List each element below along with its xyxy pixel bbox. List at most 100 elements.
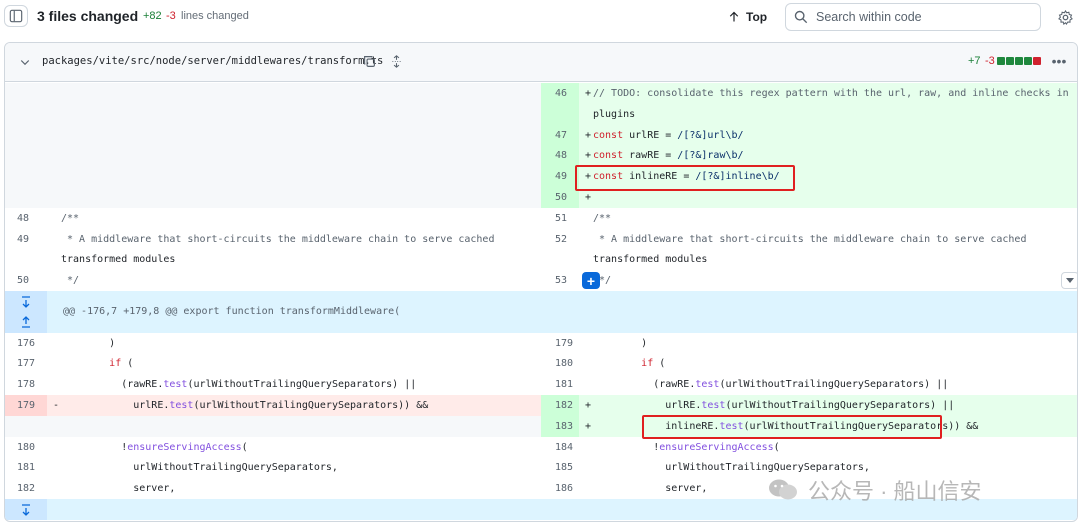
left-empty-gutter xyxy=(5,415,47,437)
left-empty-code xyxy=(61,415,541,437)
right-line-number[interactable] xyxy=(541,249,579,270)
right-line-number[interactable]: 53 xyxy=(541,270,579,291)
search-input[interactable] xyxy=(816,10,1026,24)
right-line-number[interactable]: 48 xyxy=(541,145,579,167)
left-line-number[interactable]: 49 xyxy=(5,229,47,250)
right-line-number[interactable]: 182 xyxy=(541,394,579,416)
right-code-line: ) xyxy=(593,337,648,349)
left-empty-code xyxy=(61,103,541,125)
wechat-icon xyxy=(769,479,797,500)
right-line-number[interactable]: 181 xyxy=(541,374,579,395)
diffstat-square-del xyxy=(1033,57,1041,65)
right-line-number[interactable]: 51 xyxy=(541,208,579,229)
right-line-number[interactable]: 52 xyxy=(541,229,579,250)
left-code-line: if ( xyxy=(109,358,134,370)
expand-all-button[interactable] xyxy=(387,52,405,70)
total-additions: +82 xyxy=(143,10,162,22)
left-line-number[interactable]: 48 xyxy=(5,208,47,229)
search-within-code[interactable] xyxy=(785,3,1041,31)
right-marker xyxy=(579,478,593,499)
diff-row: transformed modules transformed modules xyxy=(5,249,1077,270)
left-line-number[interactable]: 177 xyxy=(5,353,47,374)
right-code-line: if ( xyxy=(641,358,666,370)
right-marker xyxy=(579,208,593,229)
left-marker xyxy=(47,229,61,250)
left-empty-gutter xyxy=(5,186,47,208)
left-line-number[interactable]: 181 xyxy=(5,457,47,478)
diff-row: 48 + const rawRE = /[?&]raw\b/ xyxy=(5,145,1077,167)
right-line-number[interactable]: 185 xyxy=(541,457,579,478)
addition-marker: + xyxy=(579,124,593,146)
right-line-number[interactable]: 50 xyxy=(541,186,579,208)
collapse-file-button[interactable] xyxy=(17,54,33,70)
left-empty-gutter xyxy=(5,83,47,104)
back-to-top-button[interactable]: Top xyxy=(728,6,767,28)
left-code-line: ) xyxy=(61,337,116,349)
file-header: packages/vite/src/node/server/middleware… xyxy=(5,43,1077,82)
copy-path-button[interactable] xyxy=(360,52,378,70)
left-empty-gutter xyxy=(5,145,47,167)
right-marker xyxy=(579,374,593,395)
file-options-button[interactable]: ••• xyxy=(1048,52,1070,70)
line-options-button[interactable] xyxy=(1061,272,1077,290)
diff-row: 47 + const urlRE = /[?&]url\b/ xyxy=(5,124,1077,146)
right-code-line xyxy=(593,186,1077,208)
right-line-number[interactable]: 183 xyxy=(541,415,579,437)
file-tree-toggle-button[interactable] xyxy=(4,5,28,27)
file-path[interactable]: packages/vite/src/node/server/middleware… xyxy=(42,55,383,67)
left-line-number[interactable] xyxy=(5,249,47,270)
right-code-line: const urlRE = /[?&]url\b/ xyxy=(593,124,1077,146)
left-code-line: * A middleware that short-circuits the m… xyxy=(61,233,495,245)
right-line-number[interactable]: 186 xyxy=(541,478,579,499)
addition-marker: + xyxy=(579,145,593,167)
diff-settings-button[interactable] xyxy=(1054,6,1076,28)
left-line-number[interactable]: 50 xyxy=(5,270,47,291)
left-marker xyxy=(47,437,61,458)
right-code-line: */ xyxy=(593,275,612,287)
expand-down-button[interactable] xyxy=(13,293,39,311)
left-line-number[interactable]: 178 xyxy=(5,374,47,395)
right-line-number[interactable]: 179 xyxy=(541,333,579,354)
right-marker xyxy=(579,249,593,270)
addition-marker: + xyxy=(579,83,593,104)
right-code-line: /** xyxy=(593,212,612,224)
expand-up-button[interactable] xyxy=(13,313,39,331)
left-line-number[interactable]: 180 xyxy=(5,437,47,458)
hunk-header: @@ -176,7 +179,8 @@ export function tran… xyxy=(47,290,1077,333)
left-code-line: transformed modules xyxy=(61,254,176,266)
left-line-number[interactable]: 176 xyxy=(5,333,47,354)
diff-row: 49 + const inlineRE = /[?&]inline\b/ xyxy=(5,166,1077,187)
right-line-number[interactable]: 46 xyxy=(541,83,579,104)
left-empty-marker xyxy=(47,103,61,125)
right-code-line: !ensureServingAccess( xyxy=(593,441,780,453)
right-code-line: (rawRE.test(urlWithoutTrailingQuerySepar… xyxy=(593,379,949,391)
left-marker xyxy=(47,353,61,374)
diffstat-bar xyxy=(997,57,1041,65)
left-marker xyxy=(47,270,61,291)
right-line-number[interactable]: 180 xyxy=(541,353,579,374)
left-line-number[interactable]: 182 xyxy=(5,478,47,499)
diff-row: plugins xyxy=(5,103,1077,125)
left-marker xyxy=(47,457,61,478)
left-line-number[interactable]: 179 xyxy=(5,394,47,416)
left-empty-marker xyxy=(47,166,61,187)
watermark-text: 公众号 · 船山信安 xyxy=(808,479,982,504)
right-line-number[interactable]: 47 xyxy=(541,124,579,146)
addition-marker xyxy=(579,103,593,125)
left-code-line: (rawRE.test(urlWithoutTrailingQuerySepar… xyxy=(61,379,417,391)
expand-down-icon xyxy=(22,504,30,516)
right-line-number[interactable]: 49 xyxy=(541,166,579,187)
addition-marker: + xyxy=(579,186,593,208)
right-marker xyxy=(579,353,593,374)
right-line-number[interactable] xyxy=(541,103,579,125)
diff-row: 48 /** 51 /** xyxy=(5,208,1077,229)
diff-row: 178 (rawRE.test(urlWithoutTrailingQueryS… xyxy=(5,374,1077,395)
left-empty-gutter xyxy=(5,124,47,146)
right-code-line: transformed modules xyxy=(593,254,708,266)
add-comment-button[interactable]: + xyxy=(582,272,600,290)
expand-up-icon xyxy=(22,316,30,328)
gear-icon xyxy=(1057,9,1073,25)
copy-icon xyxy=(363,55,375,67)
expand-down-button[interactable] xyxy=(13,501,39,519)
right-line-number[interactable]: 184 xyxy=(541,437,579,458)
